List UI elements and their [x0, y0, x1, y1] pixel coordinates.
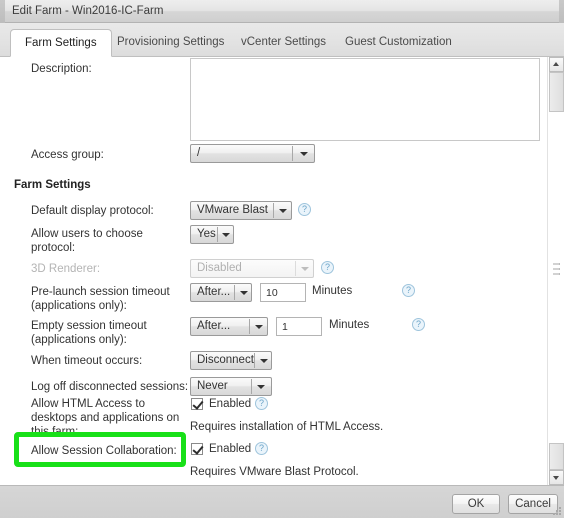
empty-timeout-units: Minutes [329, 319, 370, 331]
scrollbar-thumb-upper[interactable] [549, 72, 564, 112]
html-access-checkbox[interactable] [191, 398, 203, 410]
combo-separator [254, 353, 255, 368]
titlebar-edge-right [559, 0, 564, 23]
chevron-down-icon [240, 291, 248, 295]
titlebar-edge-left [0, 0, 5, 23]
combo-separator [273, 203, 274, 218]
help-circle-icon[interactable]: ? [298, 203, 311, 216]
prelaunch-timeout-mode-select[interactable]: After... [190, 283, 252, 302]
dialog-footer: OK Cancel [0, 485, 564, 518]
allow-users-choose-protocol-value: Yes [197, 228, 216, 240]
session-collaboration-checkbox-label: Enabled [209, 443, 252, 455]
window-resize-corner-grip[interactable] [553, 507, 562, 516]
farm-settings-pane: Description: Access group: / Farm Settin… [0, 57, 564, 485]
dialog-titlebar: Edit Farm - Win2016-IC-Farm [0, 0, 564, 23]
combo-separator [251, 379, 252, 394]
session-collaboration-note: Requires VMware Blast Protocol. [190, 466, 359, 478]
description-label: Description: [31, 63, 92, 75]
chevron-down-icon [279, 209, 287, 213]
3d-renderer-select: Disabled [190, 259, 314, 278]
combo-separator [295, 261, 296, 276]
session-collaboration-checkbox[interactable] [191, 443, 203, 455]
html-access-label: Allow HTML Access to desktops and applic… [31, 398, 180, 438]
scrollbar-thumb-lower[interactable] [549, 443, 564, 470]
chevron-down-icon [260, 359, 268, 363]
scroll-up-arrow-icon[interactable] [549, 57, 564, 72]
access-group-select[interactable]: / [190, 144, 315, 163]
empty-timeout-minutes-input[interactable]: 1 [276, 317, 322, 336]
chevron-down-icon [222, 233, 230, 237]
dialog-resize-grip[interactable] [553, 263, 560, 278]
prelaunch-timeout-units: Minutes [312, 285, 353, 297]
help-circle-icon[interactable]: ? [255, 397, 268, 410]
edit-farm-dialog: Edit Farm - Win2016-IC-Farm Farm Setting… [0, 0, 564, 518]
dialog-title: Edit Farm - Win2016-IC-Farm [12, 5, 164, 17]
log-off-disconnected-label: Log off disconnected sessions: [31, 381, 189, 393]
combo-separator [292, 146, 293, 161]
tab-farm-settings[interactable]: Farm Settings [10, 29, 112, 57]
combo-separator [234, 285, 235, 300]
scroll-down-arrow-icon[interactable] [549, 470, 564, 485]
when-timeout-occurs-select[interactable]: Disconnect [190, 351, 272, 370]
ok-button[interactable]: OK [452, 494, 500, 514]
chevron-down-icon [301, 267, 309, 271]
empty-timeout-minutes-value: 1 [282, 321, 288, 333]
allow-users-choose-protocol-label: Allow users to choose protocol: [31, 228, 143, 254]
3d-renderer-value: Disabled [197, 262, 242, 274]
prelaunch-timeout-label: Pre-launch session timeout (applications… [31, 286, 170, 312]
cancel-button[interactable]: Cancel [508, 494, 558, 514]
empty-timeout-label: Empty session timeout (applications only… [31, 320, 147, 346]
help-circle-icon[interactable]: ? [321, 261, 334, 274]
allow-users-choose-protocol-select[interactable]: Yes [190, 225, 234, 244]
chevron-down-icon [300, 152, 308, 156]
chevron-down-icon [255, 325, 263, 329]
section-title-farm-settings: Farm Settings [14, 179, 91, 191]
prelaunch-timeout-minutes-value: 10 [266, 287, 278, 299]
access-group-value: / [197, 147, 201, 159]
chevron-down-icon [257, 385, 265, 389]
tab-strip: Farm Settings Provisioning Settings vCen… [0, 23, 564, 57]
empty-timeout-mode-value: After... [197, 320, 231, 332]
when-timeout-occurs-label: When timeout occurs: [31, 355, 143, 367]
html-access-note: Requires installation of HTML Access. [190, 421, 384, 433]
help-circle-icon[interactable]: ? [402, 284, 415, 297]
description-input[interactable] [190, 58, 540, 141]
help-circle-icon[interactable]: ? [255, 442, 268, 455]
log-off-disconnected-select[interactable]: Never [190, 377, 272, 396]
when-timeout-occurs-value: Disconnect [197, 354, 254, 366]
html-access-checkbox-label: Enabled [209, 398, 252, 410]
prelaunch-timeout-minutes-input[interactable]: 10 [260, 283, 306, 302]
prelaunch-timeout-mode-value: After... [197, 286, 231, 298]
tab-provisioning-settings[interactable]: Provisioning Settings [103, 29, 238, 57]
access-group-label: Access group: [31, 149, 104, 161]
combo-separator [249, 319, 250, 334]
tab-vcenter-settings[interactable]: vCenter Settings [227, 29, 340, 57]
combo-separator [217, 227, 218, 242]
3d-renderer-label: 3D Renderer: [31, 263, 101, 275]
log-off-disconnected-value: Never [197, 380, 228, 392]
tab-guest-customization[interactable]: Guest Customization [331, 29, 466, 57]
default-display-protocol-label: Default display protocol: [31, 205, 154, 217]
empty-timeout-mode-select[interactable]: After... [190, 317, 268, 336]
help-circle-icon[interactable]: ? [412, 318, 425, 331]
default-display-protocol-select[interactable]: VMware Blast [190, 201, 292, 220]
default-display-protocol-value: VMware Blast [197, 204, 268, 216]
session-collaboration-label: Allow Session Collaboration: [31, 445, 177, 457]
